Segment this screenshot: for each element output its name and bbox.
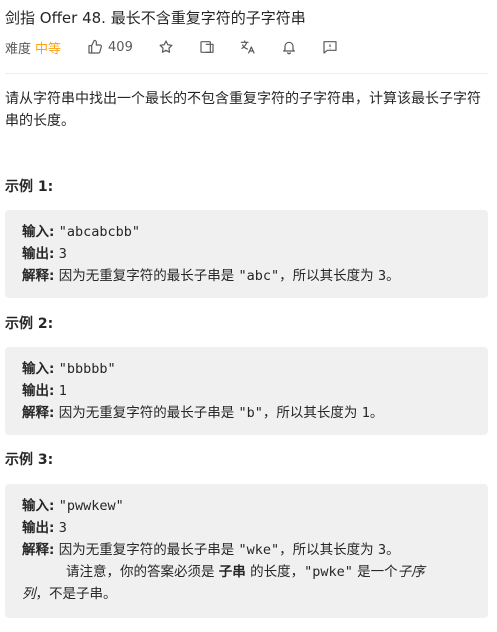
star-icon[interactable] (158, 37, 174, 57)
explain-end: 。 (386, 542, 400, 558)
like-count: 409 (108, 39, 133, 55)
input-label: 输入: (22, 361, 55, 377)
note-italic-2: 列 (22, 586, 36, 602)
explain-text: 因为无重复字符的最长子串是 (58, 268, 239, 284)
example-1-box: 输入: "abcabcbb" 输出: 3 解释: 因为无重复字符的最长子串是 "… (5, 210, 488, 298)
example-2-explain-line: 解释: 因为无重复字符的最长子串是 "b"，所以其长度为 1。 (22, 402, 478, 424)
example-3-box: 输入: "pwwkew" 输出: 3 解释: 因为无重复字符的最长子串是 "wk… (5, 484, 488, 618)
explain-text-2: ，所以其长度为 (279, 268, 378, 284)
output-label: 输出: (22, 246, 55, 262)
example-3-note-line-2: 列，不是子串。 (22, 583, 478, 605)
explain-label: 解释: (22, 405, 55, 421)
note-end: ，不是子串。 (35, 586, 117, 602)
feedback-icon[interactable] (322, 37, 338, 57)
problem-title: 剑指 Offer 48. 最长不含重复字符的子字符串 (5, 9, 306, 27)
problem-page: 剑指 Offer 48. 最长不含重复字符的子字符串 难度 中等 409 请从字… (0, 0, 497, 632)
example-3-output-line: 输出: 3 (22, 517, 478, 539)
input-value: "pwwkew" (58, 498, 124, 514)
explain-end: 。 (369, 405, 384, 421)
thumbs-up-icon[interactable] (87, 37, 103, 57)
explain-text: 因为无重复字符的最长子串是 (58, 542, 239, 558)
explain-number: 1 (361, 405, 370, 421)
example-3-explain-line: 解释: 因为无重复字符的最长子串是 "wke"，所以其长度为 3。 (22, 539, 478, 561)
example-1-title: 示例 1: (5, 179, 54, 195)
difficulty-label: 难度 (5, 41, 32, 57)
note-bold: 子串 (218, 564, 246, 580)
problem-description: 请从字符串中找出一个最长的不包含重复字符的子字符串，计算该最长子字符串的长度。 (5, 91, 481, 129)
note-italic: 子序 (397, 564, 425, 580)
example-1-input-line: 输入: "abcabcbb" (22, 221, 478, 243)
input-value: "abcabcbb" (58, 224, 140, 240)
explain-text-2: ，所以其长度为 (279, 542, 378, 558)
explain-number: 3 (377, 268, 387, 284)
explain-label: 解释: (22, 542, 55, 558)
explain-end: 。 (386, 268, 400, 284)
explain-text: 因为无重复字符的最长子串是 (58, 405, 239, 421)
output-value: 1 (58, 383, 67, 399)
note-text-2: 的长度， (245, 564, 305, 580)
explain-code: "b" (238, 405, 263, 421)
note-text-3: 是一个 (352, 564, 398, 580)
note-code: "pwke" (304, 564, 353, 580)
translate-icon[interactable] (240, 37, 256, 57)
output-label: 输出: (22, 520, 55, 536)
example-1-explain-line: 解释: 因为无重复字符的最长子串是 "abc"，所以其长度为 3。 (22, 265, 478, 287)
example-2-title: 示例 2: (5, 316, 54, 332)
example-2-input-line: 输入: "bbbbb" (22, 358, 478, 380)
share-icon[interactable] (199, 37, 215, 57)
explain-label: 解释: (22, 268, 55, 284)
example-1-output-line: 输出: 3 (22, 243, 478, 265)
explain-text-2: ，所以其长度为 (262, 405, 362, 421)
example-3-title: 示例 3: (5, 452, 54, 468)
input-value: "bbbbb" (58, 361, 116, 377)
example-2-box: 输入: "bbbbb" 输出: 1 解释: 因为无重复字符的最长子串是 "b"，… (5, 347, 488, 435)
input-label: 输入: (22, 498, 55, 514)
explain-code: "wke" (238, 542, 280, 558)
problem-meta-bar: 难度 中等 409 (5, 37, 338, 57)
explain-number: 3 (377, 542, 387, 558)
header-divider (5, 73, 488, 74)
input-label: 输入: (22, 224, 55, 240)
explain-code: "abc" (238, 268, 280, 284)
note-text: 请注意，你的答案必须是 (66, 564, 219, 580)
example-3-note-line: 请注意，你的答案必须是 子串 的长度，"pwke" 是一个子序 (22, 561, 478, 583)
example-2-output-line: 输出: 1 (22, 380, 478, 402)
output-label: 输出: (22, 383, 55, 399)
difficulty-value: 中等 (35, 41, 62, 57)
output-value: 3 (58, 246, 67, 262)
output-value: 3 (58, 520, 67, 536)
bell-icon[interactable] (281, 37, 297, 57)
example-3-input-line: 输入: "pwwkew" (22, 495, 478, 517)
